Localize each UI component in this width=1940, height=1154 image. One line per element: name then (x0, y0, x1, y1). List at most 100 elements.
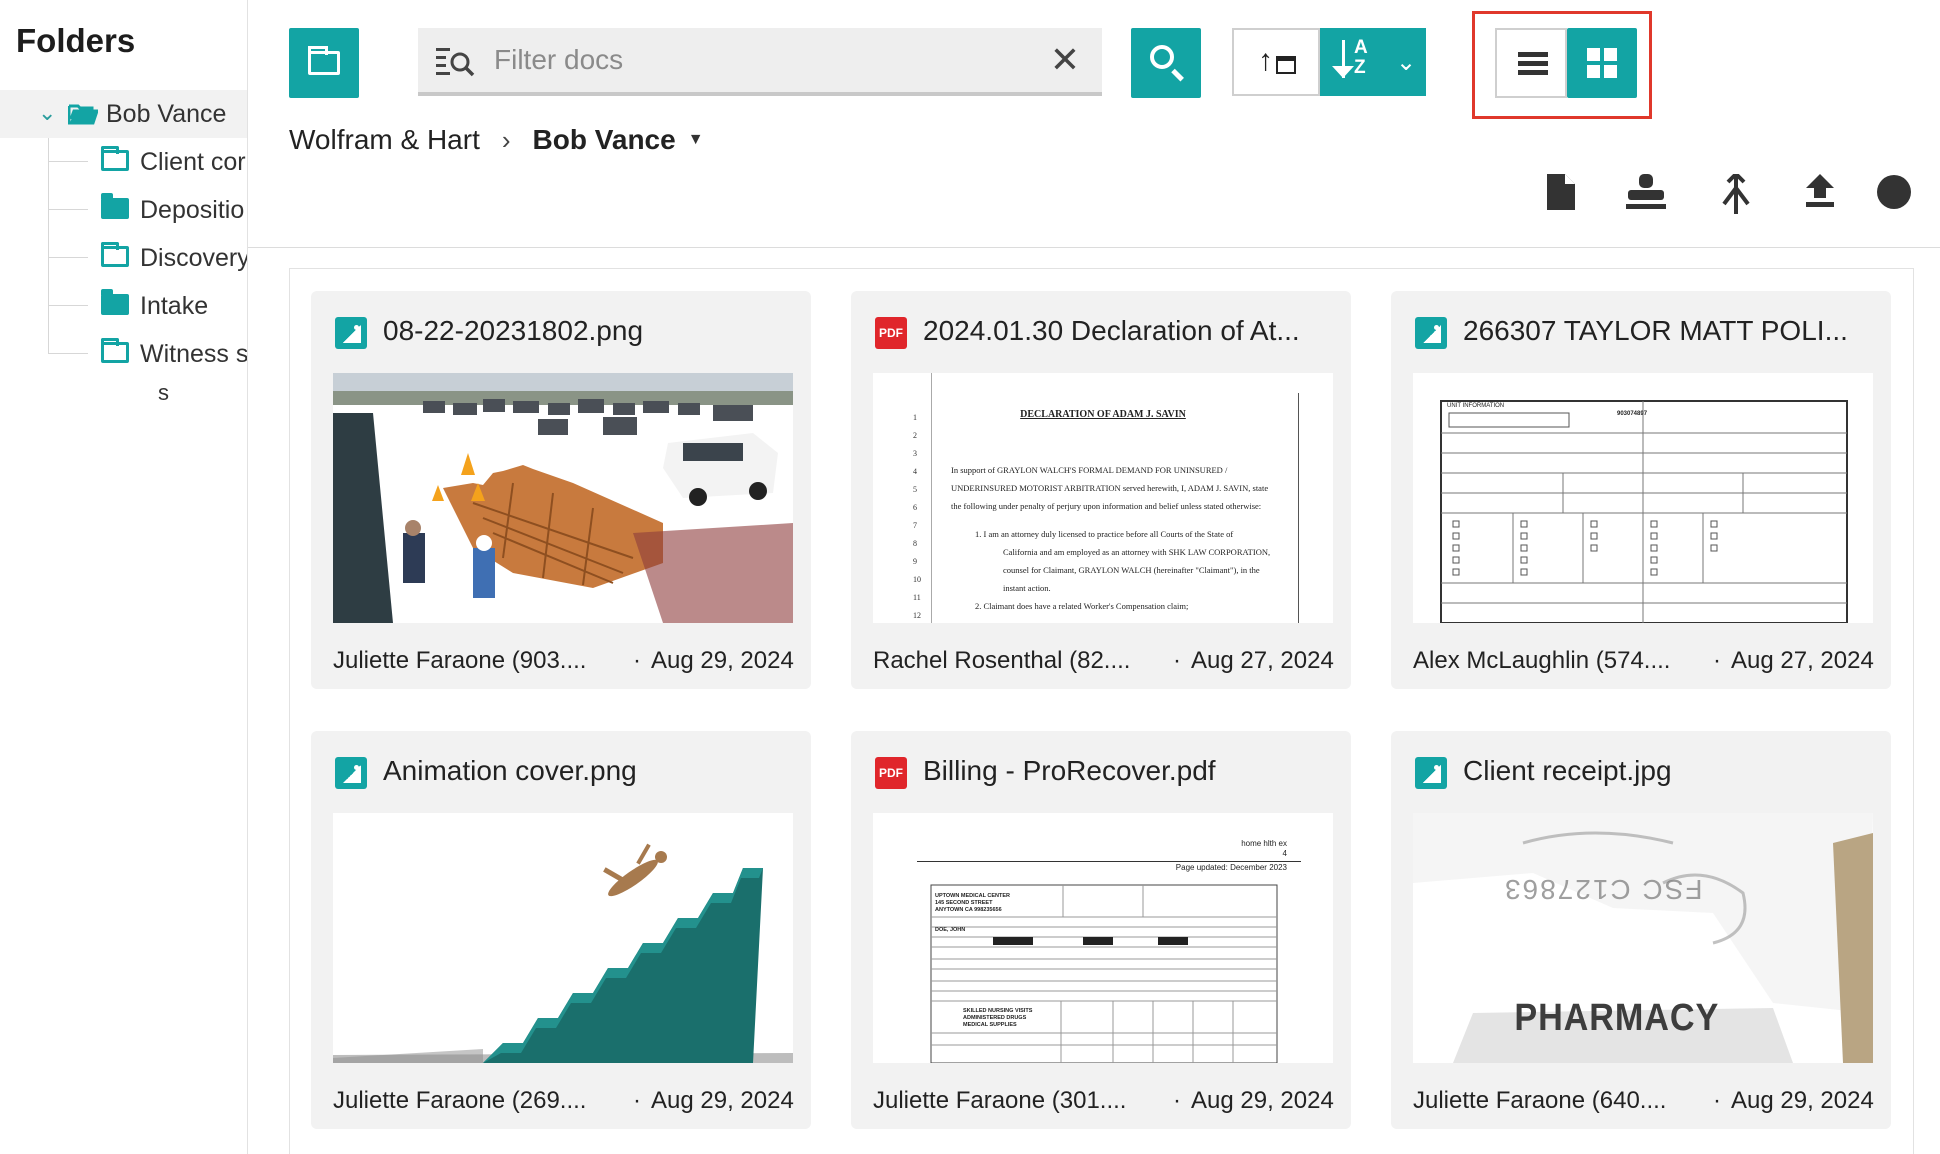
document-title[interactable]: 2024.01.30 Declaration of At... (923, 315, 1333, 347)
sidebar-item-label-wrap: s (158, 380, 169, 405)
tree-branch (48, 161, 88, 162)
document-thumbnail: home hlth ex 4 Page updated: December 20… (873, 813, 1333, 1063)
stamp-icon[interactable] (1626, 174, 1666, 210)
folder-outline-icon (101, 146, 129, 176)
document-title[interactable]: Client receipt.jpg (1463, 755, 1873, 787)
tree-branch (48, 209, 88, 210)
document-meta: Alex McLaughlin (574.... · Aug 27, 2024 (1413, 647, 1883, 675)
upload-icon[interactable] (1806, 174, 1834, 208)
image-file-icon (335, 317, 367, 349)
billing-patient: DOE, JOHN (935, 927, 966, 933)
tree-root-bob-vance[interactable]: ⌄ Bob Vance (0, 90, 247, 138)
police-header: UNIT INFORMATION (1447, 403, 1505, 409)
filter-docs-input[interactable] (494, 40, 1014, 80)
close-icon[interactable]: ✕ (1050, 38, 1080, 82)
declaration-body: In support of GRAYLON WALCH'S FORMAL DEM… (951, 465, 1271, 611)
breadcrumb-root[interactable]: Wolfram & Hart (289, 124, 480, 156)
filter-docs-field: ✕ (418, 28, 1102, 96)
document-author: Juliette Faraone (269.... (333, 1087, 587, 1114)
breadcrumb-current[interactable]: Bob Vance (533, 124, 676, 156)
list-view-icon (1518, 52, 1548, 79)
sidebar-item-label: Depositio (140, 196, 245, 224)
separator-dot: · (633, 647, 641, 674)
status-circle-icon[interactable] (1876, 174, 1912, 210)
document-thumbnail (333, 373, 793, 623)
folder-icon (308, 46, 340, 75)
new-document-icon[interactable] (1547, 174, 1575, 210)
document-card[interactable]: Animation cover.png Juliette Faraone (26… (311, 731, 811, 1129)
filter-search-icon (436, 48, 475, 77)
sidebar-item-label: Witness s (140, 340, 248, 368)
document-date: Aug 27, 2024 (1191, 647, 1334, 674)
document-card[interactable]: PDF Billing - ProRecover.pdf home hlth e… (851, 731, 1351, 1129)
document-date: Aug 29, 2024 (1731, 1087, 1874, 1114)
pdf-file-icon: PDF (875, 317, 907, 349)
document-card[interactable]: Client receipt.jpg FSC C127863 PHARMACY … (1391, 731, 1891, 1129)
sort-alphabetical-button[interactable]: AZ ⌄ (1320, 28, 1426, 96)
document-thumbnail: UNIT INFORMATION 903074897 (1413, 373, 1873, 623)
document-author: Juliette Faraone (903.... (333, 647, 587, 674)
breadcrumb: Wolfram & Hart › Bob Vance ▼ (289, 124, 704, 156)
document-meta: Juliette Faraone (903.... · Aug 29, 2024 (333, 647, 803, 675)
document-card[interactable]: 266307 TAYLOR MATT POLI... UNIT INFORMAT… (1391, 291, 1891, 689)
document-card[interactable]: PDF 2024.01.30 Declaration of At... DECL… (851, 291, 1351, 689)
sidebar-item-label: Intake (140, 292, 209, 320)
app-window: Folders ⌄ Bob Vance Client cor Depositio (0, 0, 1940, 1154)
separator-dot: · (633, 1087, 641, 1114)
tree-branch (48, 353, 88, 354)
tree-branch (48, 305, 88, 306)
document-title[interactable]: Billing - ProRecover.pdf (923, 755, 1333, 787)
folder-open-icon (67, 103, 100, 130)
arrow-up-icon: ↑ (1258, 44, 1273, 77)
image-file-icon (335, 757, 367, 789)
folder-outline-icon (101, 242, 129, 272)
folder-filled-icon (101, 289, 129, 320)
grid-view-button[interactable] (1567, 28, 1637, 98)
document-meta: Rachel Rosenthal (82.... · Aug 27, 2024 (873, 647, 1343, 675)
folders-toggle-button[interactable] (289, 28, 359, 98)
declaration-heading: DECLARATION OF ADAM J. SAVIN (1020, 409, 1186, 420)
sidebar-item-label: Discovery (140, 244, 248, 272)
sidebar-item-label: Client cor (140, 148, 246, 176)
document-author: Juliette Faraone (301.... (873, 1087, 1127, 1114)
police-number: 903074897 (1617, 411, 1648, 417)
receipt-code: FSC C127863 (1503, 874, 1703, 905)
tree-branch (48, 257, 88, 258)
folder-outline-icon (101, 338, 129, 368)
document-title[interactable]: 266307 TAYLOR MATT POLI... (1463, 315, 1873, 347)
document-date: Aug 29, 2024 (651, 1087, 794, 1114)
list-view-button[interactable] (1495, 28, 1567, 98)
image-file-icon (1415, 757, 1447, 789)
sidebar-item-discovery[interactable]: Discovery (0, 236, 248, 280)
document-date: Aug 29, 2024 (651, 647, 794, 674)
sidebar-item-depositions[interactable]: Depositio (0, 188, 247, 232)
document-author: Juliette Faraone (640.... (1413, 1087, 1667, 1114)
document-title[interactable]: 08-22-20231802.png (383, 315, 793, 347)
separator-dot: · (1713, 647, 1721, 674)
chevron-down-icon[interactable]: ⌄ (38, 100, 56, 126)
merge-icon[interactable] (1722, 174, 1750, 214)
separator-dot: · (1173, 1087, 1181, 1114)
folders-sidebar: Folders ⌄ Bob Vance Client cor Depositio (0, 0, 248, 1154)
document-thumbnail: FSC C127863 PHARMACY (1413, 813, 1873, 1063)
separator-dot: · (1173, 647, 1181, 674)
sidebar-item-witness-statements[interactable]: Witness s (0, 332, 248, 376)
document-title[interactable]: Animation cover.png (383, 755, 793, 787)
chevron-down-icon[interactable]: ⌄ (1396, 48, 1416, 77)
sort-by-date-button[interactable]: ↑ (1232, 28, 1320, 96)
separator-dot: · (1713, 1087, 1721, 1114)
billing-address: UPTOWN MEDICAL CENTER 145 SECOND STREET … (935, 893, 1010, 913)
document-date: Aug 27, 2024 (1731, 647, 1874, 674)
header-divider (248, 247, 1940, 248)
search-icon-handle (1171, 68, 1184, 82)
documents-grid: 08-22-20231802.png Juliette Faraone (903… (289, 268, 1914, 1154)
line-numbers: 1 2 3 4 5 6 7 8 9 10 11 12 (913, 413, 921, 620)
search-button[interactable] (1131, 28, 1201, 98)
document-card[interactable]: 08-22-20231802.png Juliette Faraone (903… (311, 291, 811, 689)
sidebar-item-client-correspondence[interactable]: Client cor (0, 140, 247, 184)
tree-root-label: Bob Vance (106, 100, 227, 128)
sidebar-item-intake[interactable]: Intake (0, 284, 247, 328)
caret-down-icon[interactable]: ▼ (688, 131, 704, 149)
image-file-icon (1415, 317, 1447, 349)
sort-az-icon: AZ (1354, 37, 1368, 78)
